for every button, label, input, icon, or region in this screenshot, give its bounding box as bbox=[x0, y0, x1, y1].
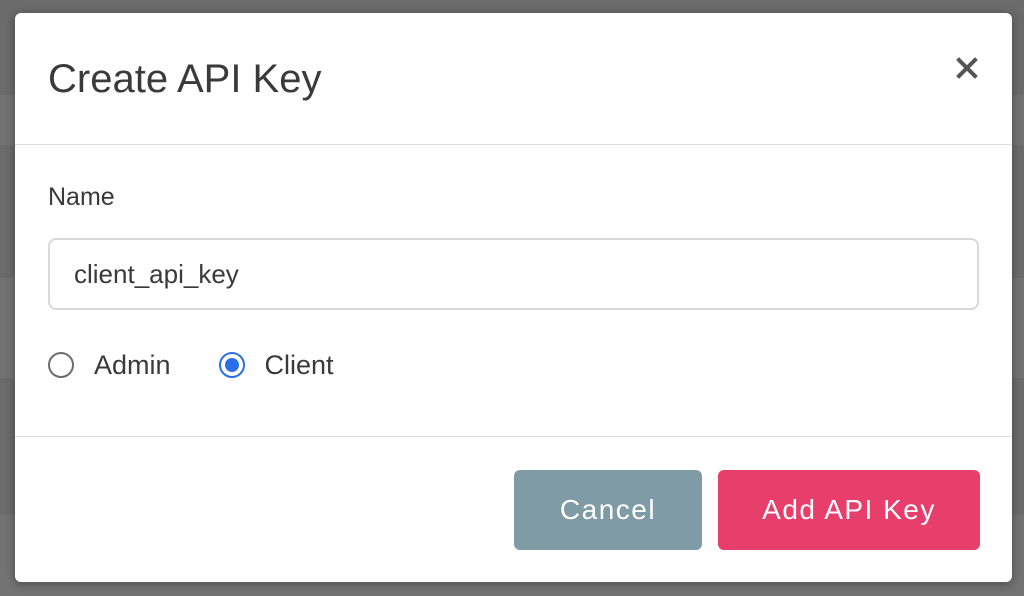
dialog-footer: Cancel Add API Key bbox=[15, 437, 1012, 582]
admin-radio-label[interactable]: Admin bbox=[94, 350, 171, 381]
admin-radio-button[interactable] bbox=[48, 352, 74, 378]
name-label: Name bbox=[48, 183, 115, 211]
radio-option-client[interactable]: Client bbox=[218, 350, 334, 381]
dialog-body: Name Admin Client bbox=[15, 145, 1012, 437]
dialog-header: Create API Key bbox=[15, 13, 1012, 145]
create-api-key-dialog: Create API Key Name Admin Client Can bbox=[15, 13, 1012, 582]
client-radio-label[interactable]: Client bbox=[265, 350, 334, 381]
name-input[interactable] bbox=[48, 238, 979, 310]
radio-option-admin[interactable]: Admin bbox=[48, 350, 171, 381]
close-icon bbox=[952, 53, 982, 83]
role-radio-group: Admin Client bbox=[48, 345, 382, 385]
cancel-button[interactable]: Cancel bbox=[514, 470, 702, 550]
dialog-title: Create API Key bbox=[48, 57, 322, 101]
add-api-key-button[interactable]: Add API Key bbox=[718, 470, 980, 550]
client-radio-button[interactable] bbox=[218, 352, 245, 378]
close-button[interactable] bbox=[952, 53, 982, 83]
